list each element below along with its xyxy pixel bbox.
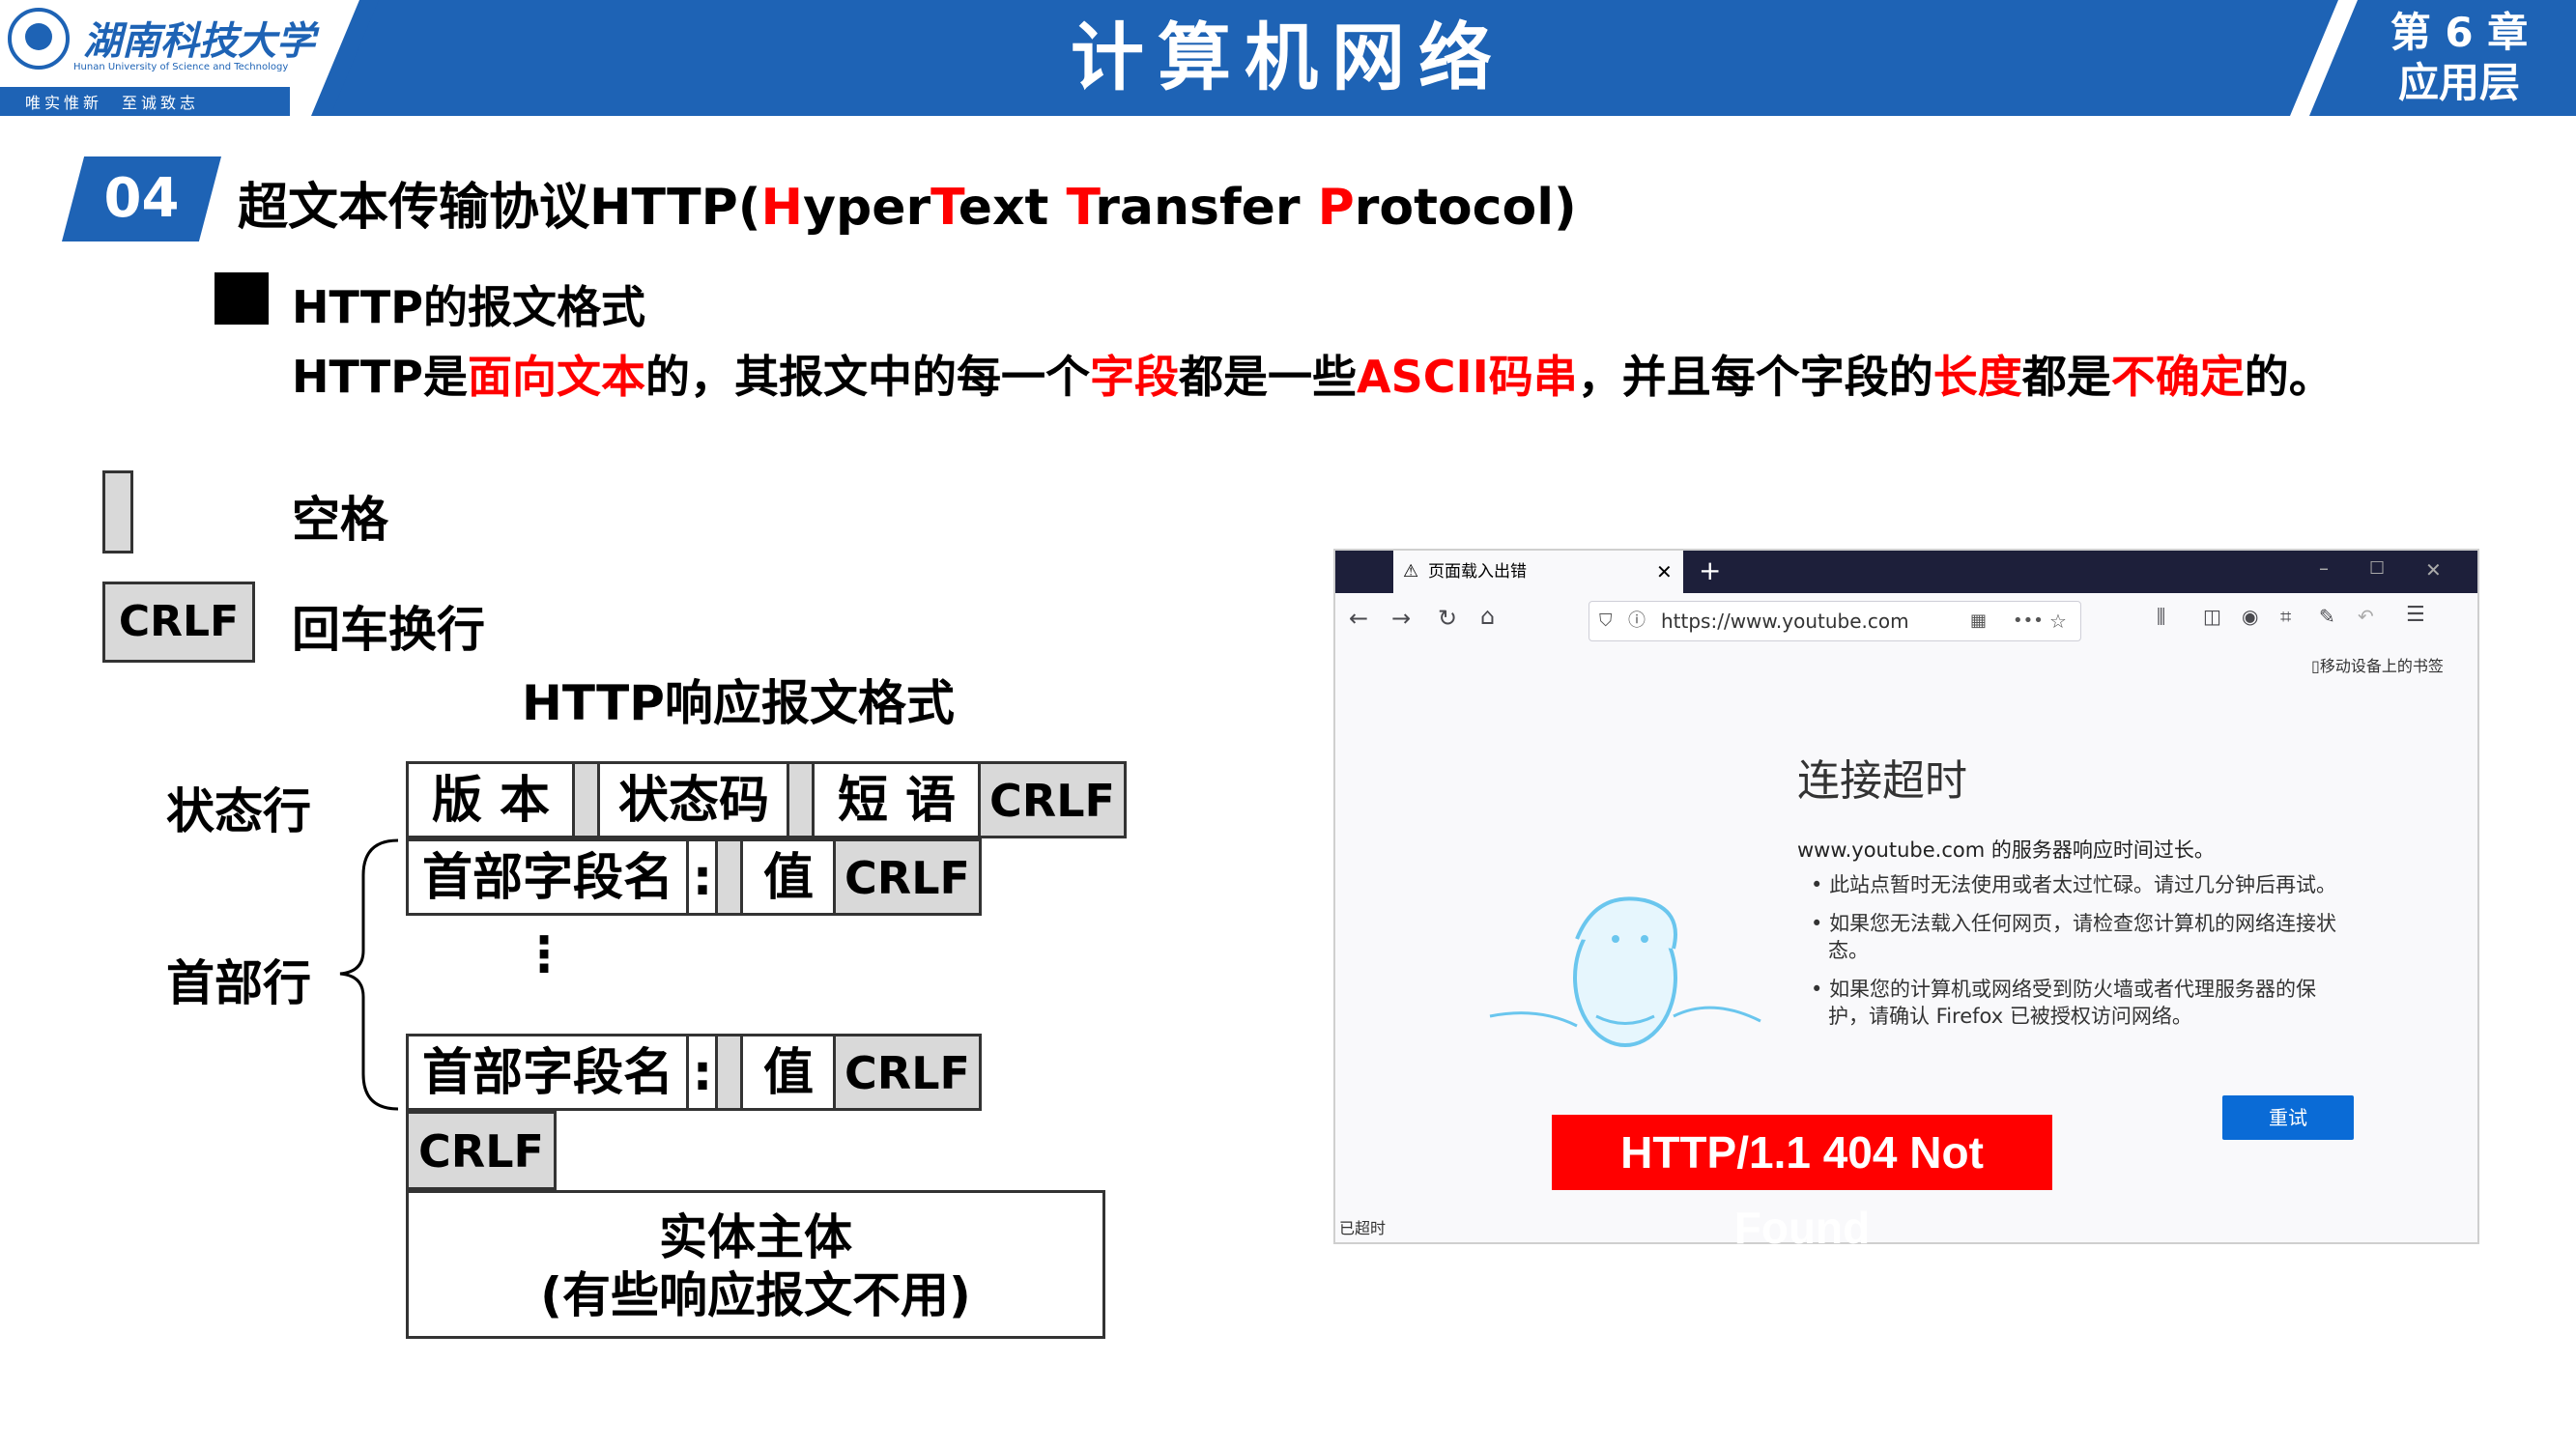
value-field: 值: [740, 1034, 837, 1111]
crlf-field: CRLF: [833, 1034, 982, 1111]
url-text[interactable]: https://www.youtube.com: [1661, 602, 1909, 640]
page-title: 计算机网络: [1071, 14, 1505, 100]
entity-body-title: 实体主体: [659, 1209, 852, 1265]
entity-body: 实体主体 (有些响应报文不用): [406, 1190, 1105, 1339]
space-legend-box: [102, 470, 133, 554]
section-title-segment: T: [1066, 179, 1096, 237]
section-title-segment: H: [760, 179, 804, 237]
more-icon[interactable]: •••: [2013, 602, 2044, 640]
error-suggestion-list: • 此站点暂时无法使用或者太过忙碌。请过几分钟后再试。 • 如果您无法载入任何网…: [1807, 871, 2348, 1041]
square-bullet-icon: [215, 272, 269, 325]
phrase-field: 短 语: [812, 761, 982, 838]
description-segment: 面向文本: [468, 351, 646, 403]
section-title-segment: yper: [803, 179, 931, 237]
error-title: 连接超时: [1797, 756, 1967, 806]
description-segment: 都是一些: [1179, 351, 1358, 403]
crlf-legend-box: CRLF: [102, 582, 255, 663]
tab-bar: ⚠ 页面载入出错 ✕ + – ☐ ✕: [1335, 551, 2477, 593]
home-icon[interactable]: ⌂: [1480, 603, 1495, 630]
header-field-name: 首部字段名: [406, 838, 690, 916]
status-code-field: 状态码: [597, 761, 790, 838]
window-close-icon[interactable]: ✕: [2425, 558, 2442, 582]
mobile-bookmarks-label: 移动设备上的书签: [2319, 657, 2444, 675]
sidebar-icon[interactable]: ◫: [2203, 605, 2221, 628]
section-number: 04: [62, 156, 221, 241]
description-segment: ASCII码串: [1357, 351, 1578, 403]
error-suggestion-text: 如果您无法载入任何网页，请检查您计算机的网络连接状态。: [1828, 912, 2337, 962]
info-icon[interactable]: ⓘ: [1628, 602, 1646, 640]
chat-icon[interactable]: ✎: [2319, 605, 2335, 628]
browser-tab[interactable]: ⚠ 页面载入出错 ✕: [1393, 551, 1683, 593]
library-icon[interactable]: ⫼: [2157, 605, 2165, 628]
status-line-label: 状态行: [166, 783, 311, 839]
chapter-number: 第 6 章: [2390, 9, 2529, 56]
nav-toolbar: ← → ↻ ⌂ ⛉ ⓘ https://www.youtube.com ▦ ••…: [1335, 593, 2477, 650]
header-line-label: 首部行: [166, 955, 311, 1011]
screenshot-icon[interactable]: ⌗: [2280, 605, 2291, 628]
header-field-name: 首部字段名: [406, 1034, 690, 1111]
description-segment: ，并且每个字段的: [1577, 351, 1933, 403]
description-segment: 字段: [1090, 351, 1180, 403]
reload-icon[interactable]: ↻: [1438, 605, 1457, 632]
forward-icon[interactable]: →: [1391, 605, 1411, 632]
dinosaur-illustration: [1489, 896, 1761, 1047]
bookmarks-bar: ▯移动设备上的书签: [1335, 649, 2477, 678]
description-segment: 的，其报文中的每一个: [645, 351, 1091, 403]
section-title-segment: ext: [958, 179, 1067, 237]
section-title-cn: 超文本传输协议HTTP(: [238, 179, 761, 237]
chapter-name: 应用层: [2397, 59, 2520, 106]
undo-icon[interactable]: ↶: [2358, 605, 2374, 628]
new-tab-icon[interactable]: +: [1699, 554, 1721, 586]
header-brace: [339, 838, 399, 1111]
description-segment: 的。: [2244, 351, 2333, 403]
chapter-label: 第 6 章 应用层: [2358, 8, 2561, 108]
account-icon[interactable]: ◉: [2242, 605, 2258, 628]
description-segment: 不确定: [2110, 351, 2245, 403]
crlf-field: CRLF: [833, 838, 982, 916]
section-title-segment: rotocol): [1354, 179, 1577, 237]
error-suggestion-item: • 如果您无法载入任何网页，请检查您计算机的网络连接状态。: [1811, 912, 2337, 962]
subsection-description: HTTP是面向文本的，其报文中的每一个字段都是一些ASCII码串，并且每个字段的…: [292, 342, 2333, 406]
vertical-ellipsis: ⋮: [520, 926, 568, 982]
shield-icon[interactable]: ⛉: [1599, 602, 1613, 640]
maximize-icon[interactable]: ☐: [2369, 558, 2385, 579]
colon-field: :: [686, 838, 719, 916]
section-title-en: HyperText Transfer Protocol): [761, 179, 1577, 237]
colon-field: :: [686, 1034, 719, 1111]
error-suggestion-text: 此站点暂时无法使用或者太过忙碌。请过几分钟后再试。: [1829, 873, 2337, 896]
diagram-title: HTTP响应报文格式: [522, 675, 955, 731]
crlf-legend-label: 回车换行: [292, 602, 485, 658]
value-field: 值: [740, 838, 837, 916]
description-segment: 长度: [1932, 351, 2022, 403]
bookmark-star-icon[interactable]: ☆: [2049, 602, 2067, 640]
http-404-label: HTTP/1.1 404 Not Found: [1552, 1115, 2052, 1253]
back-icon[interactable]: ←: [1349, 605, 1368, 632]
description-segment: HTTP是: [292, 351, 469, 403]
minimize-icon[interactable]: –: [2319, 556, 2329, 580]
description-segment: 都是: [2021, 351, 2111, 403]
error-description: www.youtube.com 的服务器响应时间过长。: [1797, 838, 2215, 862]
qr-code-icon[interactable]: ▦: [1970, 602, 1987, 640]
section-title-segment: P: [1317, 179, 1355, 237]
section-title-segment: T: [930, 179, 959, 237]
warning-icon: ⚠: [1403, 561, 1419, 582]
error-suggestion-text: 如果您的计算机或网络受到防火墙或者代理服务器的保护，请确认 Firefox 已被…: [1828, 978, 2317, 1028]
tab-title: 页面载入出错: [1428, 562, 1527, 582]
mobile-bookmarks[interactable]: ▯移动设备上的书签: [2311, 653, 2444, 676]
subsection-title: HTTP的报文格式: [292, 281, 646, 333]
menu-icon[interactable]: ☰: [2406, 603, 2425, 627]
error-suggestion-item: • 如果您的计算机或网络受到防火墙或者代理服务器的保护，请确认 Firefox …: [1811, 978, 2317, 1028]
space-legend-label: 空格: [292, 492, 388, 548]
error-suggestion-item: • 此站点暂时无法使用或者太过忙碌。请过几分钟后再试。: [1811, 873, 2337, 896]
section-title-segment: ransfer: [1095, 179, 1318, 237]
entity-body-note: (有些响应报文不用): [540, 1267, 971, 1323]
empty-line-crlf: CRLF: [406, 1111, 557, 1190]
version-field: 版 本: [406, 761, 576, 838]
status-bar-text: 已超时: [1339, 1219, 1387, 1237]
close-tab-icon[interactable]: ✕: [1656, 551, 1673, 593]
crlf-field: CRLF: [978, 761, 1127, 838]
retry-button[interactable]: 重试: [2222, 1095, 2354, 1140]
section-title: 超文本传输协议HTTP(HyperText Transfer Protocol): [238, 166, 1577, 239]
url-bar[interactable]: ⛉ ⓘ https://www.youtube.com ▦ ••• ☆: [1589, 601, 2081, 641]
